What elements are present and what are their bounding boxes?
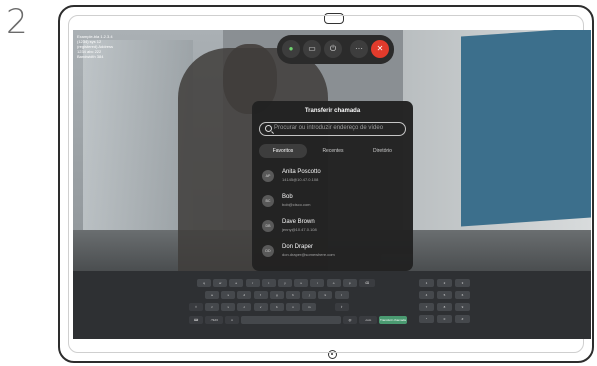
background-glass: [83, 40, 193, 250]
share-button[interactable]: ⏻: [324, 40, 342, 58]
contact-name: Anita Poscotto: [282, 169, 321, 175]
keyboard-key[interactable]: a: [205, 291, 219, 299]
numpad-key[interactable]: 2: [437, 279, 452, 287]
avatar: BC: [262, 195, 274, 207]
mic-icon: ●: [288, 44, 294, 53]
contact-item[interactable]: DB Dave Brown jenny@10.47.0.108: [260, 215, 405, 237]
keyboard-key[interactable]: b: [269, 303, 284, 311]
camera-button[interactable]: ▭: [303, 40, 321, 58]
keyboard-key[interactable]: g: [269, 291, 284, 299]
keyboard-key[interactable]: p: [342, 279, 357, 287]
keyboard-key[interactable]: u: [294, 279, 309, 287]
contact-address: don.draper@somewhere.com: [282, 252, 335, 257]
end-call-icon: ✕: [376, 44, 384, 53]
emoji-key[interactable]: ☺: [225, 316, 239, 324]
shift-key[interactable]: ⇧: [189, 303, 203, 311]
tab-recents[interactable]: Recentes: [309, 144, 357, 158]
shift-key[interactable]: ⇧: [334, 303, 349, 311]
end-call-button[interactable]: ✕: [371, 40, 389, 58]
keyboard-key[interactable]: d: [237, 291, 252, 299]
more-icon: ···: [355, 44, 363, 53]
keyboard-key[interactable]: k: [318, 291, 333, 299]
avatar: DB: [262, 220, 274, 232]
keyboard-key[interactable]: t: [261, 279, 276, 287]
numpad-key[interactable]: #: [455, 315, 470, 323]
numpad-key[interactable]: 7: [419, 303, 434, 311]
tab-directory[interactable]: Diretório: [359, 144, 406, 158]
numpad-key[interactable]: 6: [455, 291, 470, 299]
numpad-key[interactable]: 0: [437, 315, 452, 323]
keyboard-key[interactable]: r: [245, 279, 260, 287]
numpad-key[interactable]: *: [419, 315, 434, 323]
numpad-key[interactable]: 4: [419, 291, 434, 299]
directory-tabs: Favoritos Recentes Diretório: [259, 144, 406, 159]
contact-name: Don Draper: [282, 244, 314, 250]
keyboard-key[interactable]: f: [253, 291, 268, 299]
search-icon: [265, 125, 272, 132]
mic-button[interactable]: ●: [282, 40, 300, 58]
contact-name: Bob: [282, 194, 293, 200]
contact-address: 14145@10.47.0.108: [282, 177, 319, 182]
keyboard-key[interactable]: e: [229, 279, 244, 287]
space-key[interactable]: [241, 316, 341, 324]
keyboard-key[interactable]: c: [237, 303, 252, 311]
avatar: AP: [262, 170, 274, 182]
contact-item[interactable]: DD Don Draper don.draper@somewhere.com: [260, 240, 405, 262]
background-blue-panel: [461, 30, 591, 227]
numpad-key[interactable]: 8: [437, 303, 452, 311]
camera-icon: [324, 13, 344, 24]
keyboard-key[interactable]: z: [205, 303, 219, 311]
transfer-call-key[interactable]: Transferir chamada: [379, 316, 407, 324]
search-input[interactable]: Procurar ou introduzir endereço de vídeo: [259, 122, 406, 136]
keyboard-key[interactable]: q: [197, 279, 211, 287]
keyboard-key[interactable]: i: [310, 279, 325, 287]
keyboard-key[interactable]: x: [221, 303, 236, 311]
more-button[interactable]: ···: [350, 40, 368, 58]
keyboard-key[interactable]: n: [286, 303, 300, 311]
on-screen-keyboard: q w e r t y u i o p ⌫ a s d f g h j k l ⇧ z x c v b n m ⇧ ⌨ .?123 ☺ @ .co…: [73, 271, 591, 339]
keyboard-key[interactable]: w: [213, 279, 228, 287]
numpad-key[interactable]: 3: [455, 279, 470, 287]
keyboard-key[interactable]: s: [221, 291, 236, 299]
keyboard-key[interactable]: j: [302, 291, 317, 299]
keyboard-key[interactable]: l: [334, 291, 349, 299]
step-number: 2: [6, 2, 28, 42]
transfer-call-dialog: Transferir chamada Procurar ou introduzi…: [252, 101, 413, 271]
contact-address: bob@cisco.com: [282, 202, 311, 207]
call-info-text: Example-bla 1.2.3.4 (1234) sys 12 (regis…: [77, 34, 114, 59]
numpad-key[interactable]: 9: [455, 303, 470, 311]
dialog-title: Transferir chamada: [304, 108, 361, 114]
keyboard-key[interactable]: m: [302, 303, 317, 311]
keyboard-toggle-key[interactable]: ⌨: [189, 316, 203, 324]
dotcom-key[interactable]: .com: [359, 316, 377, 324]
share-icon: ⏻: [329, 44, 337, 53]
avatar: DD: [262, 245, 274, 257]
home-button[interactable]: [328, 350, 337, 359]
contact-item[interactable]: BC Bob bob@cisco.com: [260, 190, 405, 212]
contact-name: Dave Brown: [282, 219, 315, 225]
keyboard-key[interactable]: h: [286, 291, 300, 299]
call-controls-bar: ● ▭ ⏻ ··· ✕: [277, 35, 394, 64]
video-screen: Example-bla 1.2.3.4 (1234) sys 12 (regis…: [73, 30, 591, 339]
numpad-key[interactable]: 5: [437, 291, 452, 299]
symbols-key[interactable]: .?123: [205, 316, 223, 324]
camera-icon: ▭: [308, 44, 316, 53]
contact-item[interactable]: AP Anita Poscotto 14145@10.47.0.108: [260, 165, 405, 187]
keyboard-key[interactable]: y: [278, 279, 292, 287]
keyboard-key[interactable]: o: [326, 279, 341, 287]
tab-favorites[interactable]: Favoritos: [259, 144, 307, 158]
contact-address: jenny@10.47.0.108: [282, 227, 317, 232]
keyboard-key[interactable]: v: [253, 303, 268, 311]
at-key[interactable]: @: [343, 316, 357, 324]
backspace-key[interactable]: ⌫: [359, 279, 375, 287]
numpad-key[interactable]: 1: [419, 279, 434, 287]
search-placeholder: Procurar ou introduzir endereço de vídeo: [274, 125, 384, 131]
